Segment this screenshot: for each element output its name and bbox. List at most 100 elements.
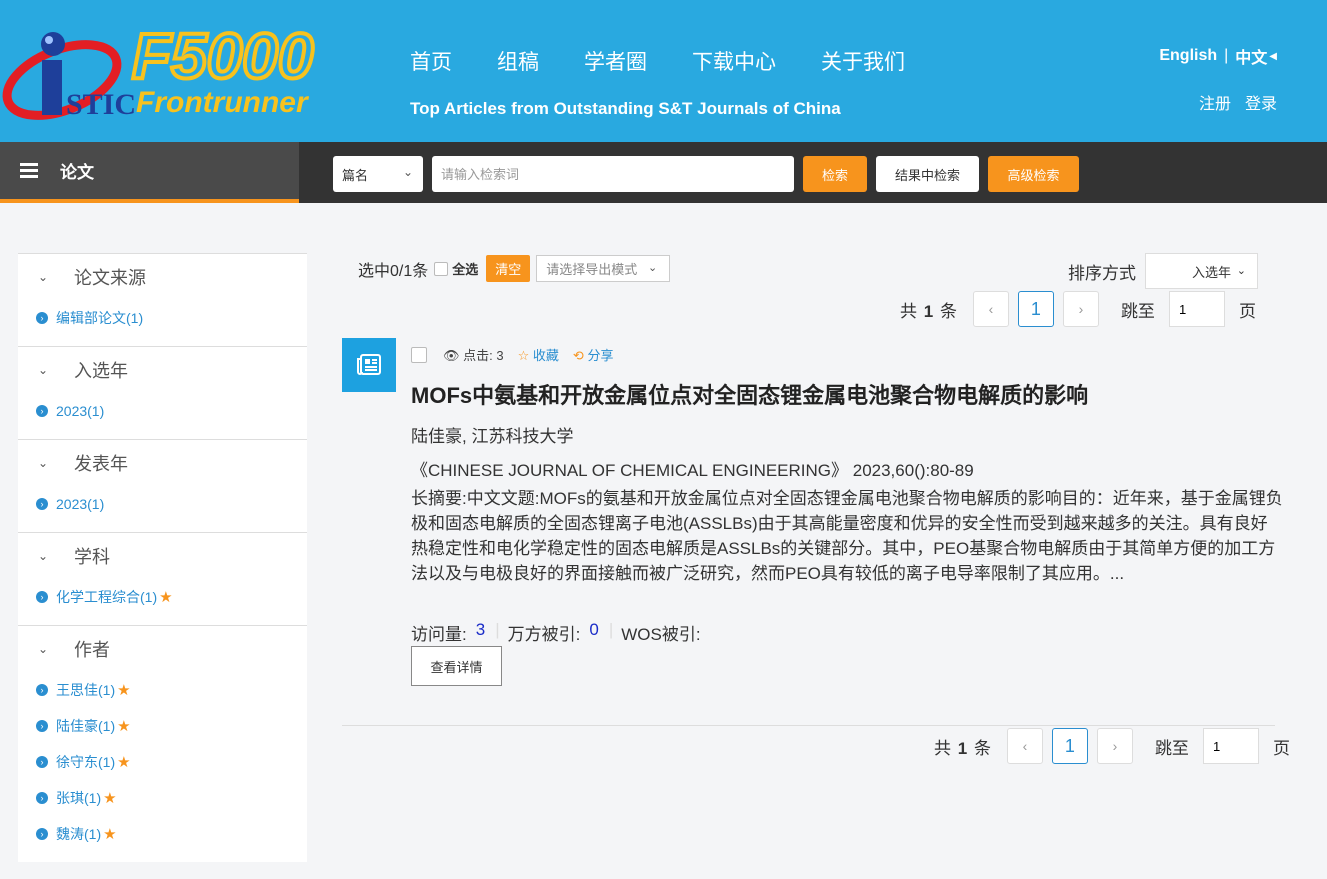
pager-bottom: 共 1 条 ‹ 1 › 跳至 页 — [934, 728, 1290, 764]
visits-value: 3 — [475, 620, 486, 639]
star-icon: ★ — [117, 718, 131, 735]
selected-count: 选中0/1条 — [358, 262, 429, 280]
advanced-search-button[interactable]: 高级检索 — [988, 156, 1079, 192]
favorite-link[interactable]: ☆ 收藏 — [518, 345, 559, 364]
nav-home[interactable]: 首页 — [410, 46, 452, 76]
views: 👁 点击: 3 — [443, 348, 504, 363]
svg-text:Frontrunner: Frontrunner — [136, 86, 310, 119]
facet-item-label: 张琪(1) — [56, 790, 102, 806]
result-count: 共 1 条 — [900, 301, 957, 321]
facet-title[interactable]: ⌄ 发表年 — [18, 440, 307, 486]
export-mode-select[interactable]: 请选择导出模式 ⌄ — [536, 255, 671, 282]
facet-item[interactable]: › 编辑部论文(1) — [18, 300, 307, 336]
register-link[interactable]: 注册 — [1199, 90, 1231, 114]
search-toolbar: 论文 篇名 ⌄ 检索 结果中检索 高级检索 — [0, 142, 1327, 203]
result-count: 共 1 条 — [934, 738, 991, 758]
wanfang-value: 0 — [589, 620, 599, 639]
menu-icon — [20, 160, 38, 181]
page-unit: 页 — [1238, 301, 1256, 321]
lang-english[interactable]: English — [1159, 47, 1217, 65]
nav-submission[interactable]: 组稿 — [497, 46, 539, 76]
facet-item[interactable]: › 张琪(1) ★ — [18, 780, 307, 816]
next-page-button[interactable]: › — [1096, 728, 1133, 764]
star-icon: ★ — [117, 682, 131, 699]
facet-item-label: 2023(1) — [56, 496, 105, 512]
clear-button[interactable]: 清空 — [486, 255, 531, 282]
lang-separator: | — [1224, 47, 1229, 64]
view-details-button[interactable]: 查看详情 — [411, 646, 502, 686]
chevron-right-circle-icon: › — [36, 405, 48, 417]
chevron-right-circle-icon: › — [36, 312, 48, 324]
svg-text:STIC: STIC — [66, 88, 136, 121]
chevron-right-circle-icon: › — [36, 591, 48, 603]
facet-item[interactable]: › 化学工程综合(1) ★ — [18, 579, 307, 615]
share-link[interactable]: ⟲ 分享 — [573, 345, 614, 364]
prev-page-button[interactable]: ‹ — [1006, 728, 1043, 764]
facet-item-label: 化学工程综合(1) — [56, 589, 158, 605]
page-1-button[interactable]: 1 — [1051, 728, 1088, 764]
facet-title-label: 作者 — [74, 640, 110, 660]
pager-top: 共 1 条 ‹ 1 › 跳至 页 — [900, 291, 1256, 327]
star-icon: ★ — [103, 826, 117, 843]
facet-item[interactable]: › 陆佳豪(1) ★ — [18, 708, 307, 744]
chevron-down-icon: ⌄ — [38, 270, 49, 284]
facet-item[interactable]: › 徐守东(1) ★ — [18, 744, 307, 780]
jump-page-input[interactable] — [1202, 728, 1259, 764]
main-nav: 首页 组稿 学者圈 下载中心 关于我们 — [410, 46, 950, 76]
facet-item[interactable]: › 2023(1) — [18, 393, 307, 429]
chevron-right-circle-icon: › — [36, 792, 48, 804]
next-page-button[interactable]: › — [1062, 291, 1099, 327]
search-input[interactable] — [432, 156, 794, 192]
lang-chinese[interactable]: 中文 — [1235, 44, 1267, 68]
search-field-select[interactable]: 篇名 ⌄ — [333, 156, 423, 192]
facet-item[interactable]: › 2023(1) — [18, 486, 307, 522]
site-tagline: Top Articles from Outstanding S&T Journa… — [410, 99, 841, 118]
chevron-down-icon: ⌄ — [38, 363, 49, 377]
search-field-value: 篇名 — [342, 167, 369, 183]
nav-downloads[interactable]: 下载中心 — [692, 46, 776, 76]
article-checkbox[interactable] — [411, 346, 427, 363]
search-button[interactable]: 检索 — [803, 156, 867, 192]
sort-label: 排序方式 — [1068, 264, 1136, 283]
nav-scholars[interactable]: 学者圈 — [584, 46, 647, 76]
facet-title[interactable]: ⌄ 论文来源 — [18, 254, 307, 300]
search-in-results-button[interactable]: 结果中检索 — [876, 156, 979, 192]
facet-item-label: 陆佳豪(1) — [56, 718, 116, 734]
section-tab-papers[interactable]: 论文 — [0, 142, 299, 203]
facet-title-label: 发表年 — [74, 454, 128, 474]
select-all-checkbox[interactable] — [434, 261, 449, 276]
chevron-right-circle-icon: › — [36, 720, 48, 732]
f5000-logo[interactable]: STIC F5000 Frontrunner — [0, 18, 340, 123]
jump-page-input[interactable] — [1168, 291, 1225, 327]
facet-title[interactable]: ⌄ 学科 — [18, 533, 307, 579]
chevron-down-icon: ⌄ — [1236, 265, 1246, 277]
nav-about[interactable]: 关于我们 — [821, 46, 905, 76]
article-title[interactable]: MOFs中氨基和开放金属位点对全固态锂金属电池聚合物电解质的影响 — [411, 378, 1088, 410]
star-icon: ★ — [103, 790, 117, 807]
sort-value: 入选年 — [1191, 264, 1231, 280]
article-journal: 《CHINESE JOURNAL OF CHEMICAL ENGINEERING… — [411, 461, 974, 480]
svg-text:F5000: F5000 — [132, 20, 313, 92]
facet-sidebar: ⌄ 论文来源 › 编辑部论文(1) ⌄ 入选年 › 2023(1) ⌄ 发表年 › 2023… — [18, 253, 307, 862]
chevron-down-icon: ⌄ — [38, 456, 49, 470]
jump-label: 跳至 — [1154, 738, 1189, 758]
facet-item[interactable]: › 王思佳(1) ★ — [18, 672, 307, 708]
page-1-button[interactable]: 1 — [1017, 291, 1054, 327]
jump-label: 跳至 — [1120, 301, 1155, 321]
facet-title-label: 入选年 — [74, 361, 128, 381]
facet-item[interactable]: › 魏涛(1) ★ — [18, 816, 307, 852]
prev-page-button[interactable]: ‹ — [972, 291, 1009, 327]
facet-selected-year: ⌄ 入选年 › 2023(1) — [18, 346, 307, 439]
chevron-right-circle-icon: › — [36, 684, 48, 696]
star-icon: ★ — [117, 754, 131, 771]
facet-title[interactable]: ⌄ 入选年 — [18, 347, 307, 393]
star-icon: ★ — [159, 589, 173, 606]
facet-title[interactable]: ⌄ 作者 — [18, 626, 307, 672]
chevron-down-icon: ⌄ — [38, 642, 49, 656]
login-link[interactable]: 登录 — [1245, 90, 1277, 114]
article-icon — [342, 338, 396, 392]
facet-title-label: 学科 — [74, 547, 110, 567]
sort-select[interactable]: 入选年 ⌄ — [1145, 253, 1258, 289]
auth-links: 注册 登录 — [1185, 90, 1277, 114]
divider — [342, 725, 1275, 726]
